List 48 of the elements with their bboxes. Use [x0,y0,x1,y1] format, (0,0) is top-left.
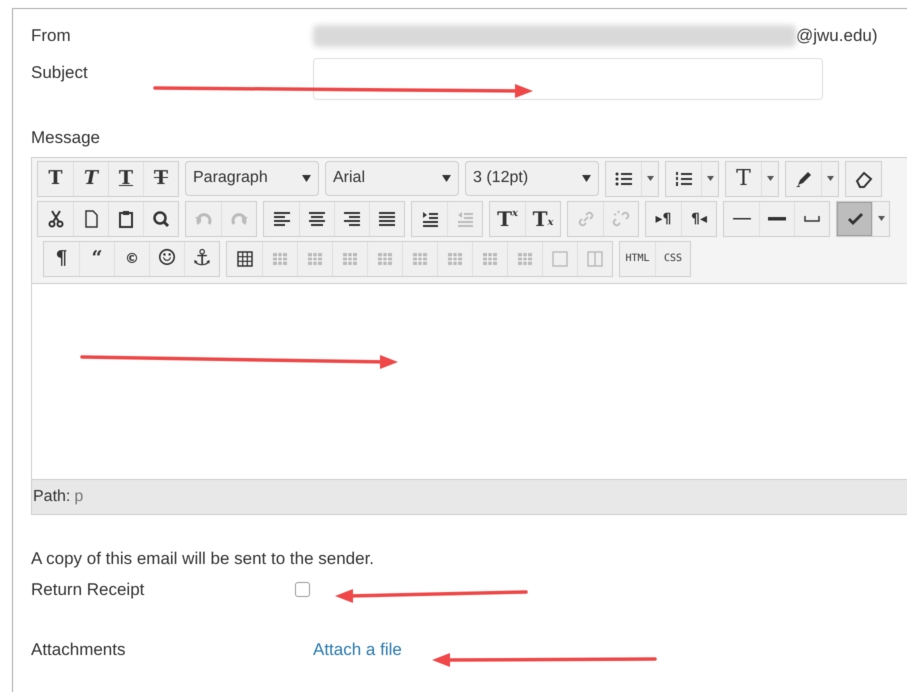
caret-icon [826,176,834,181]
bold-button[interactable]: T [38,162,73,196]
copy-note: A copy of this email will be sent to the sender. [31,548,376,570]
horizontal-rule-icon [732,218,752,220]
attach-file-link[interactable]: Attach a file [313,636,402,662]
attachments-label: Attachments [31,638,126,660]
caret-icon [706,176,714,181]
clipboard-icon [116,208,136,228]
subject-field[interactable] [313,58,823,100]
caret-icon [646,176,654,181]
underline-button[interactable]: T [108,162,143,196]
subscript-button[interactable]: Tx [525,202,560,236]
toolbar-button[interactable]: HTML [620,242,655,276]
message-label: Message [31,127,101,149]
toolbar-button[interactable]: ¶◂ [681,202,716,236]
space-icon [804,215,820,222]
box-icon [550,248,570,268]
toolbar-button[interactable]: ▸¶ [646,202,681,236]
caret-icon [878,216,884,221]
bold-button[interactable]: ¶ [44,242,79,276]
dropdown[interactable]: 3 (12pt) [465,160,599,196]
return-receipt-label: Return Receipt [31,579,146,601]
subject-label: Subject [31,62,89,84]
toolbar-button[interactable]: ☺ [149,242,184,276]
sender-address: @jwu.edu) [796,25,878,48]
spellcheck-button[interactable] [837,202,872,236]
italic-button[interactable]: T [73,162,108,196]
strikethrough-button[interactable]: T [143,162,178,196]
table-icon [234,248,254,268]
caret-icon [302,174,311,182]
path-label: Path: [33,486,70,506]
caret-icon [766,176,774,181]
bold-button[interactable]: “ [79,242,114,276]
path-value: p [74,486,84,506]
caret-icon [582,174,591,182]
split-box-icon [585,248,605,268]
caret-icon [442,174,451,182]
toolbar-button[interactable]: T [726,162,761,196]
toolbar-button[interactable]: © [114,242,149,276]
toolbar-button[interactable]: CSS [655,242,690,276]
scissors-icon [46,208,66,228]
from-label: From [31,25,72,48]
search-icon [151,208,171,228]
broken-link-icon [611,208,631,228]
toolbar-button[interactable]: ⚓ [184,242,219,276]
dropdown[interactable]: Paragraph [185,160,319,196]
dropdown[interactable]: Arial [325,160,459,196]
return-receipt-checkbox[interactable] [295,582,310,598]
